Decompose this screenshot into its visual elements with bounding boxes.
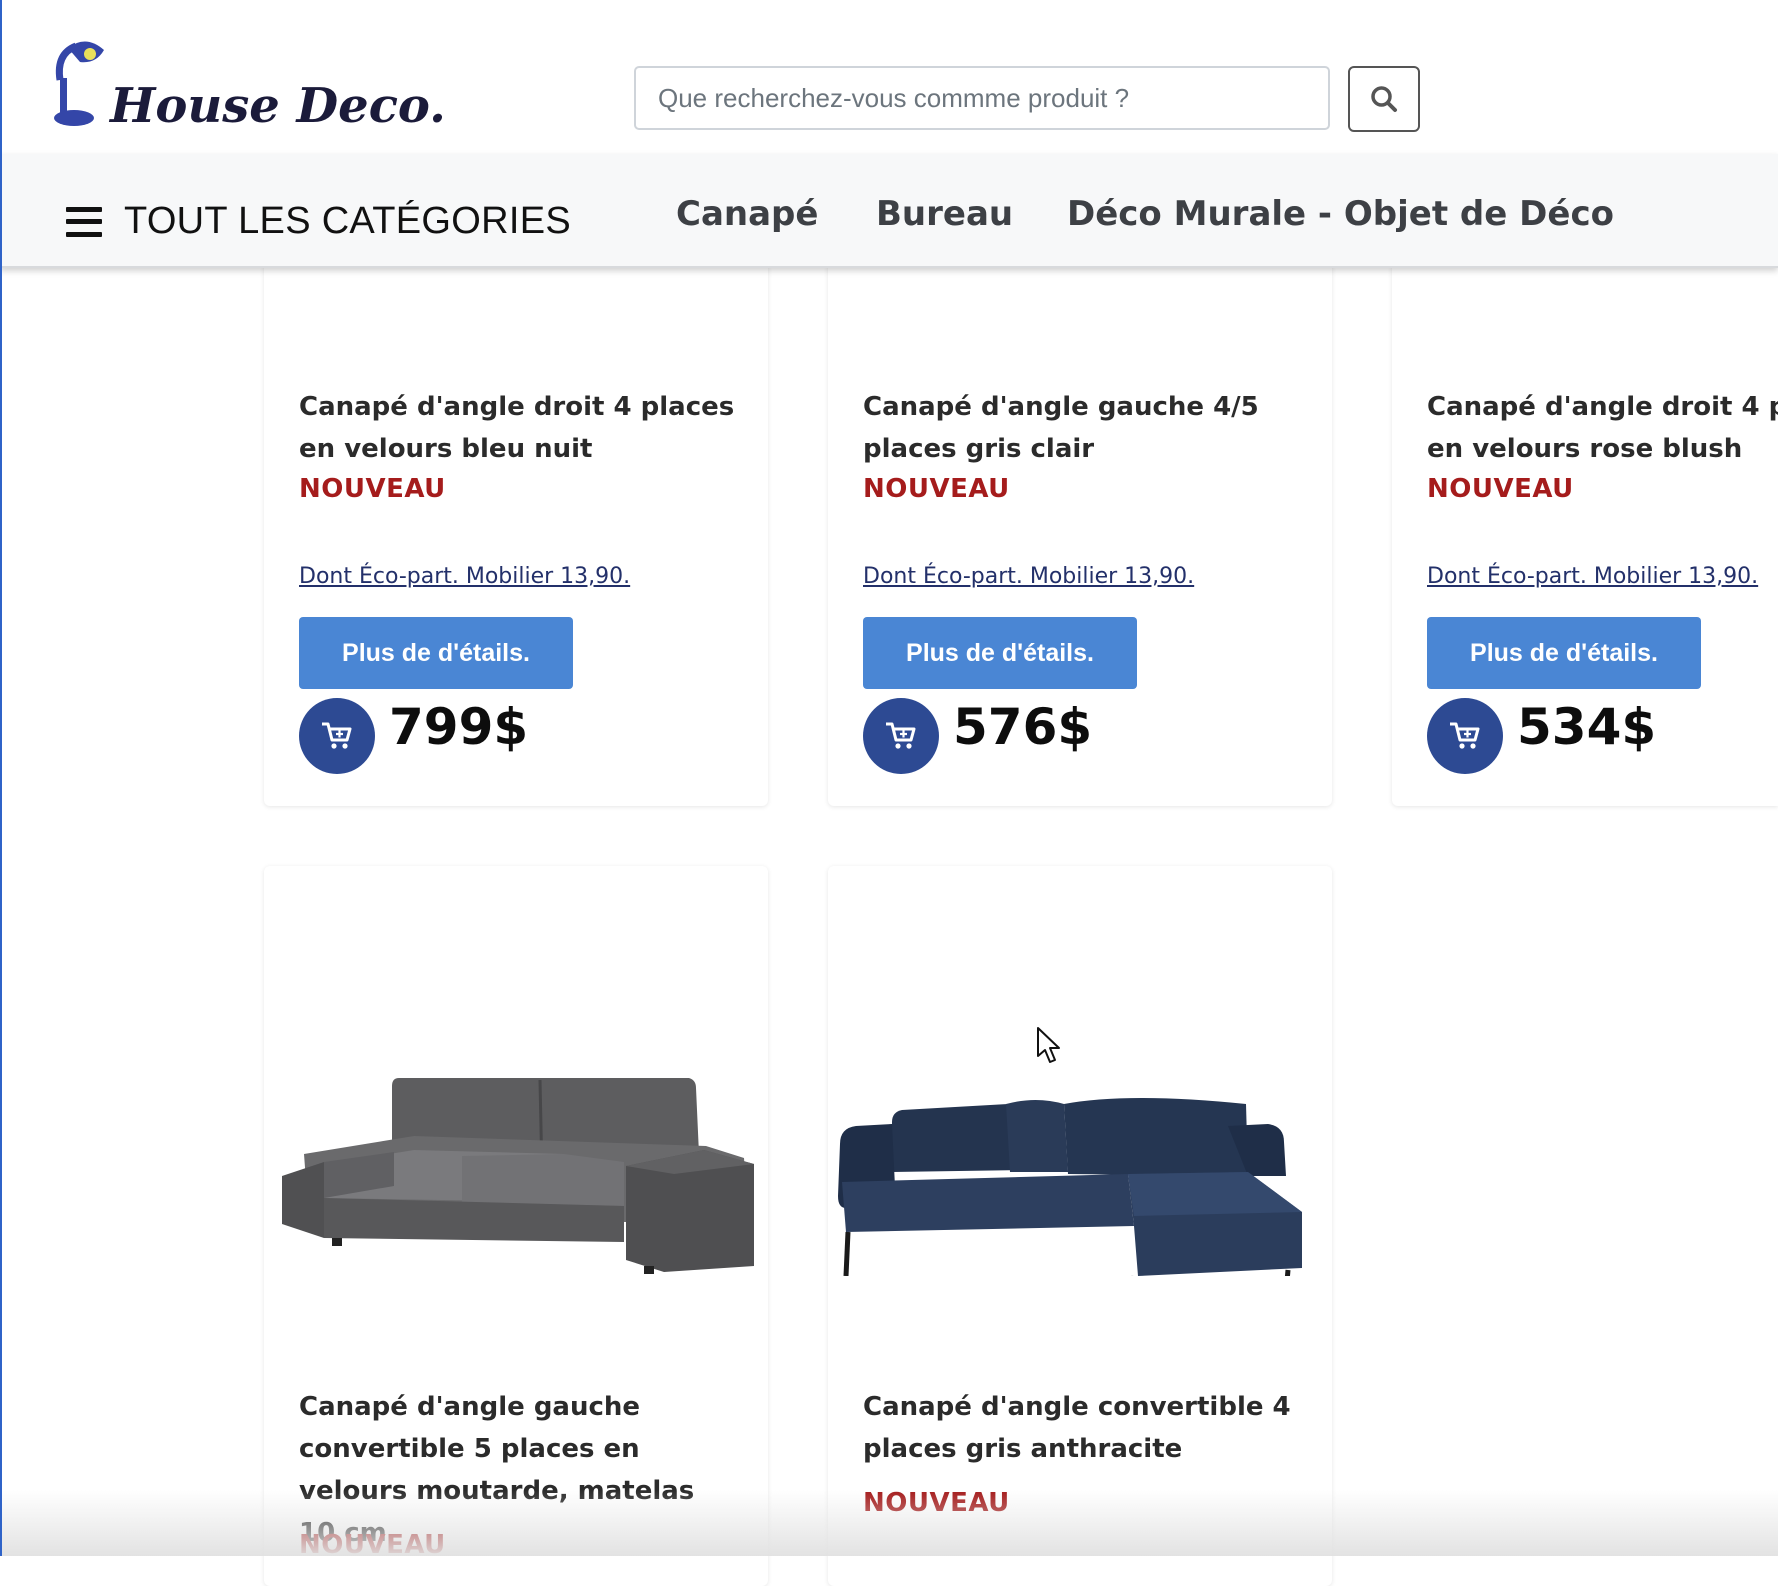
eco-participation-link[interactable]: Dont Éco-part. Mobilier 13,90. — [299, 564, 630, 589]
product-title[interactable]: Canapé d'angle convertible 4 places gris… — [863, 1386, 1303, 1470]
cart-plus-icon — [886, 722, 916, 749]
details-button[interactable]: Plus de d'étails. — [863, 617, 1137, 689]
product-title[interactable]: Canapé d'angle gauche convertible 5 plac… — [299, 1386, 739, 1554]
product-title[interactable]: Canapé d'angle droit 4 places en velours… — [299, 386, 739, 470]
eco-participation-link[interactable]: Dont Éco-part. Mobilier 13,90. — [1427, 564, 1758, 589]
details-button[interactable]: Plus de d'étails. — [1427, 617, 1701, 689]
nav-link-deco-murale[interactable]: Déco Murale - Objet de Déco — [1067, 194, 1614, 234]
logo[interactable]: House Deco. — [52, 38, 446, 138]
add-to-cart-button[interactable] — [863, 698, 939, 774]
add-to-cart-button[interactable] — [1427, 698, 1503, 774]
new-badge: NOUVEAU — [1427, 474, 1574, 504]
header: House Deco. — [0, 0, 1778, 154]
product-card: Canapé d'angle convertible 4 places gris… — [828, 866, 1332, 1586]
hamburger-icon — [66, 206, 102, 237]
product-card: Canapé d'angle gauche convertible 5 plac… — [264, 866, 768, 1586]
cart-plus-icon — [322, 722, 352, 749]
search-input[interactable] — [634, 66, 1330, 130]
product-card: Canapé d'angle gauche 4/5 places gris cl… — [828, 200, 1332, 806]
window-edge — [0, 0, 2, 1556]
search-button[interactable] — [1348, 66, 1420, 132]
product-title[interactable]: Canapé d'angle gauche 4/5 places gris cl… — [863, 386, 1303, 470]
cart-plus-icon — [1450, 722, 1480, 749]
product-image-navy-sofa[interactable] — [828, 976, 1332, 1276]
search-icon — [1371, 86, 1397, 112]
details-button[interactable]: Plus de d'étails. — [299, 617, 573, 689]
category-navbar: TOUT LES CATÉGORIES Canapé Bureau Déco M… — [0, 154, 1778, 268]
product-card: Canapé d'angle droit 4 places en velours… — [264, 200, 768, 806]
eco-participation-link[interactable]: Dont Éco-part. Mobilier 13,90. — [863, 564, 1194, 589]
nav-link-canape[interactable]: Canapé — [676, 194, 818, 234]
mouse-cursor-icon — [1037, 1027, 1060, 1063]
product-price: 534$ — [1517, 698, 1657, 756]
product-title[interactable]: Canapé d'angle droit 4 places en velours… — [1427, 386, 1778, 470]
nav-link-bureau[interactable]: Bureau — [876, 194, 1013, 234]
product-card: Canapé d'angle droit 4 places en velours… — [1392, 200, 1778, 806]
product-price: 799$ — [389, 698, 529, 756]
new-badge: NOUVEAU — [863, 474, 1010, 504]
product-title-text: Canapé d'angle droit 4 places en velours… — [1427, 392, 1778, 464]
desk-lamp-icon — [54, 41, 104, 126]
product-image-grey-sofa[interactable] — [264, 976, 768, 1276]
product-price: 576$ — [953, 698, 1093, 756]
add-to-cart-button[interactable] — [299, 698, 375, 774]
all-categories-menu[interactable]: TOUT LES CATÉGORIES — [66, 200, 571, 243]
all-categories-label: TOUT LES CATÉGORIES — [124, 200, 572, 242]
logo-text: House Deco. — [110, 78, 446, 134]
new-badge: NOUVEAU — [863, 1488, 1010, 1518]
new-badge: NOUVEAU — [299, 474, 446, 504]
